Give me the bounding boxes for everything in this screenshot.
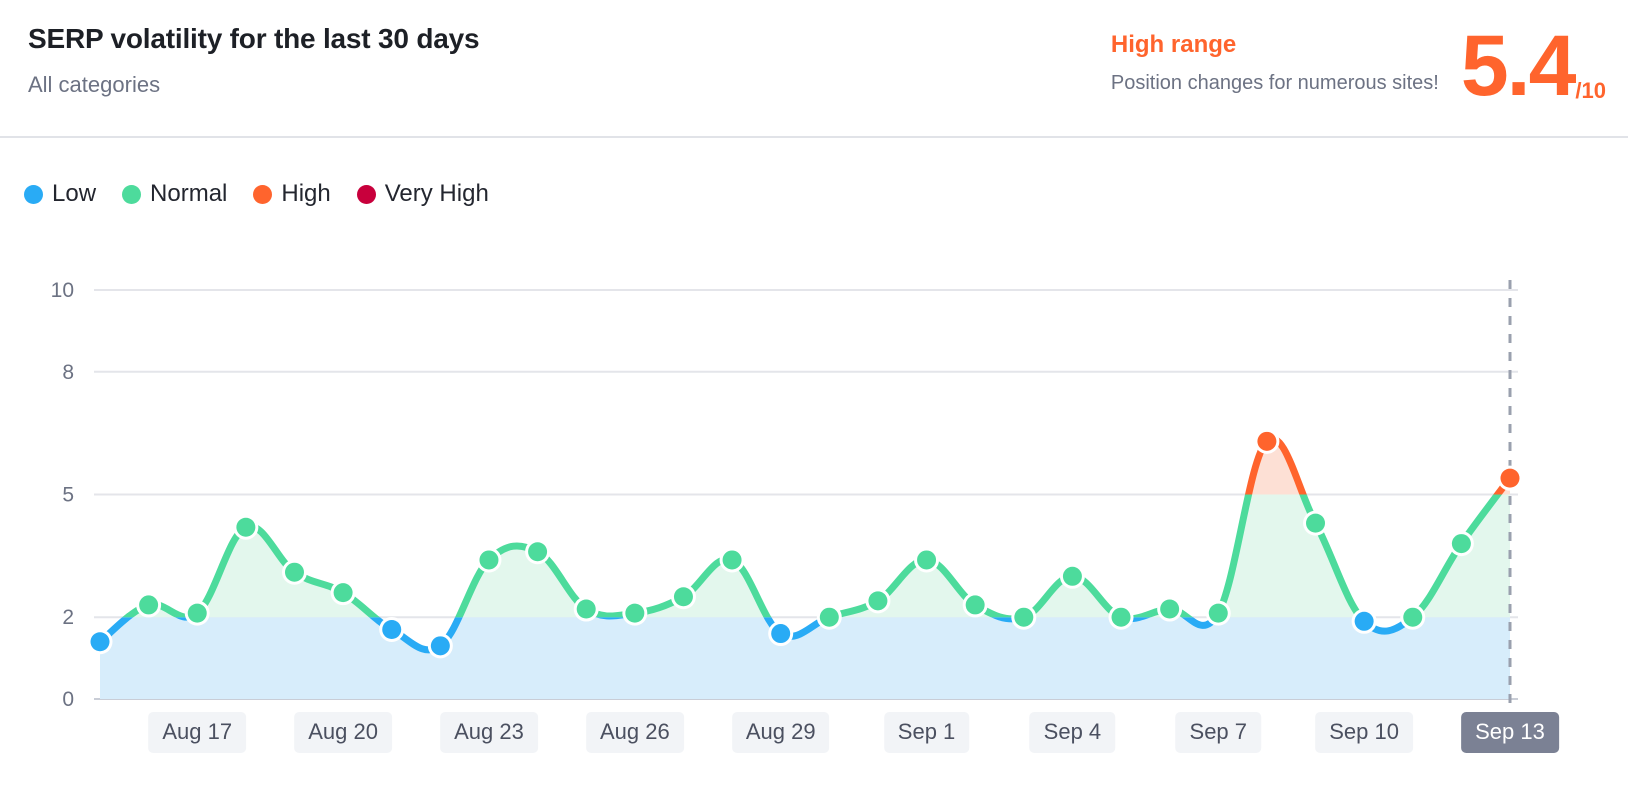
data-point[interactable] bbox=[1014, 607, 1034, 627]
data-point[interactable] bbox=[868, 591, 888, 611]
legend-item-high[interactable]: High bbox=[253, 180, 331, 208]
data-point[interactable] bbox=[1306, 513, 1326, 533]
y-axis-label: 0 bbox=[62, 688, 74, 711]
data-point[interactable] bbox=[1208, 603, 1228, 623]
data-point[interactable] bbox=[576, 599, 596, 619]
score-block: 5.4 /10 bbox=[1460, 18, 1606, 114]
x-axis-tick[interactable]: Sep 4 bbox=[1029, 712, 1116, 753]
x-axis-tick[interactable]: Aug 29 bbox=[731, 712, 830, 753]
score-max: /10 bbox=[1575, 78, 1606, 103]
data-point[interactable] bbox=[1451, 534, 1471, 554]
x-axis-tick[interactable]: Aug 17 bbox=[148, 712, 247, 753]
x-axis-ticks: Aug 17 Aug 20 Aug 23 Aug 26 Aug 29 Sep 1 Sep 4… bbox=[0, 712, 1628, 772]
legend-item-normal[interactable]: Normal bbox=[122, 180, 227, 208]
y-axis-label: 10 bbox=[51, 279, 74, 302]
x-axis-tick[interactable]: Sep 10 bbox=[1315, 712, 1413, 753]
chart-area: 0 2 5 8 10 bbox=[0, 250, 1628, 720]
data-point[interactable] bbox=[333, 583, 353, 603]
data-point[interactable] bbox=[1257, 431, 1277, 451]
data-point[interactable] bbox=[187, 603, 207, 623]
data-point[interactable] bbox=[917, 550, 937, 570]
range-description: Position changes for numerous sites! bbox=[1110, 72, 1439, 94]
data-point[interactable] bbox=[722, 550, 742, 570]
legend-label: High bbox=[281, 180, 331, 207]
x-axis-tick[interactable]: Sep 1 bbox=[883, 712, 970, 753]
data-point[interactable] bbox=[1160, 599, 1180, 619]
data-point[interactable] bbox=[1403, 607, 1423, 627]
data-point[interactable] bbox=[1111, 607, 1131, 627]
data-point[interactable] bbox=[284, 562, 304, 582]
x-axis-tick[interactable]: Aug 20 bbox=[294, 712, 392, 753]
x-axis-tick[interactable]: Aug 26 bbox=[585, 712, 684, 753]
legend-dot-icon bbox=[24, 184, 43, 204]
data-point[interactable] bbox=[90, 632, 110, 652]
legend-label: Normal bbox=[150, 180, 228, 207]
data-point[interactable] bbox=[382, 619, 402, 639]
data-point[interactable] bbox=[771, 624, 791, 644]
chart-legend: Low Normal High Very High bbox=[24, 180, 489, 208]
x-axis-tick[interactable]: Sep 7 bbox=[1175, 712, 1262, 753]
data-point[interactable] bbox=[1354, 611, 1374, 631]
x-axis-tick[interactable]: Sep 13 bbox=[1461, 712, 1559, 753]
data-point[interactable] bbox=[1500, 468, 1520, 488]
data-point[interactable] bbox=[430, 636, 450, 656]
category-subtitle: All categories bbox=[28, 72, 161, 97]
data-point[interactable] bbox=[819, 607, 839, 627]
data-point[interactable] bbox=[479, 550, 499, 570]
legend-item-very-high[interactable]: Very High bbox=[356, 180, 489, 208]
serp-volatility-panel: SERP volatility for the last 30 days All… bbox=[0, 0, 1628, 804]
score-value: 5.4 bbox=[1460, 18, 1577, 114]
legend-dot-icon bbox=[253, 184, 273, 204]
data-point[interactable] bbox=[965, 595, 985, 615]
page-title: SERP volatility for the last 30 days bbox=[28, 23, 480, 54]
legend-dot-icon bbox=[356, 184, 376, 204]
volatility-line-chart: 0 2 5 8 10 bbox=[51, 279, 1523, 711]
data-point[interactable] bbox=[236, 517, 256, 537]
range-title: High range bbox=[1110, 31, 1237, 58]
y-axis-label: 5 bbox=[62, 484, 74, 507]
data-point[interactable] bbox=[1062, 566, 1082, 586]
data-point[interactable] bbox=[139, 595, 159, 615]
range-block: High range Position changes for numerous… bbox=[1111, 24, 1439, 95]
data-point[interactable] bbox=[625, 603, 645, 623]
legend-label: Very High bbox=[384, 180, 489, 207]
data-point[interactable] bbox=[673, 587, 693, 607]
legend-label: Low bbox=[52, 180, 97, 207]
legend-dot-icon bbox=[122, 184, 142, 204]
legend-item-low[interactable]: Low bbox=[24, 180, 96, 208]
y-axis-label: 2 bbox=[62, 606, 74, 629]
y-axis-label: 8 bbox=[62, 361, 74, 384]
data-point[interactable] bbox=[528, 542, 548, 562]
header-left: SERP volatility for the last 30 days All… bbox=[28, 22, 480, 98]
header-right: High range Position changes for numerous… bbox=[1111, 18, 1606, 114]
panel-header: SERP volatility for the last 30 days All… bbox=[0, 0, 1628, 138]
x-axis-tick[interactable]: Aug 23 bbox=[440, 712, 538, 753]
